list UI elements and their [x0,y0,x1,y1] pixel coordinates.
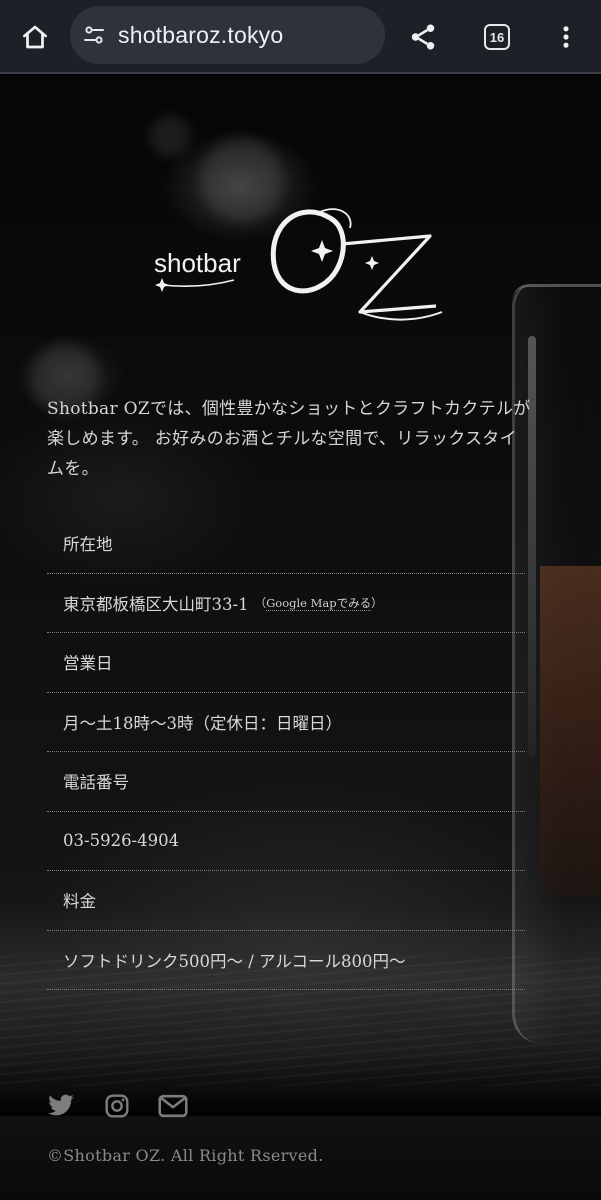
phone-label: 電話番号 [63,773,129,793]
url-text[interactable]: shotbaroz.tokyo [118,6,283,64]
browser-toolbar: shotbaroz.tokyo 16 [0,0,601,74]
share-icon [411,24,435,50]
glass-rim [512,284,601,301]
map-link-close-paren: ） [371,595,383,610]
mail-icon [158,1094,188,1118]
address-row: 東京都板橋区大山町33-1 （Google Mapでみる） [47,574,525,633]
location-label-row: 所在地 [47,514,525,574]
home-icon [23,25,47,49]
twitter-icon [48,1094,74,1116]
price-label: 料金 [63,892,96,912]
hours-label: 営業日 [63,654,113,674]
address-bar[interactable]: shotbaroz.tokyo [70,6,385,64]
hours-text: 月〜土18時〜3時（定休日：日曜日） [63,713,342,733]
shop-info-table: 所在地 東京都板橋区大山町33-1 （Google Mapでみる） 営業日 月〜… [47,514,525,990]
map-link-label[interactable]: Google Mapでみる [266,595,372,611]
map-link-open-paren: （ [254,595,267,610]
location-label: 所在地 [63,535,113,555]
browser-menu-button[interactable] [544,14,588,60]
price-text: ソフトドリンク500円〜 / アルコール800円〜 [63,951,406,971]
bokeh-light [150,116,190,156]
tune-icon[interactable] [82,23,106,47]
intro-line-2: 楽しめます。 お好みのお酒とチルな空間で、リラックスタイ [47,429,517,449]
price-label-row: 料金 [47,871,525,931]
copyright-text: ©Shotbar OZ. All Right Rserved. [47,1146,324,1165]
intro-text: Shotbar OZでは、個性豊かなショットとクラフトカクテルが 楽しめます。 お… [47,394,557,484]
mail-link[interactable] [158,1091,188,1121]
logo-graphic [155,208,443,321]
tab-switcher-button[interactable]: 16 [474,14,520,60]
phone-row: 03-5926-4904 [47,812,525,871]
phone-number[interactable]: 03-5926-4904 [63,831,179,850]
phone-label-row: 電話番号 [47,752,525,812]
share-button[interactable] [400,14,446,60]
social-links [46,1091,214,1121]
intro-line-3: ムを。 [47,459,99,479]
instagram-icon [105,1094,129,1118]
price-row: ソフトドリンク500円〜 / アルコール800円〜 [47,931,525,990]
hours-row: 月〜土18時〜3時（定休日：日曜日） [47,693,525,752]
instagram-link[interactable] [102,1091,132,1121]
web-page: shotbar Shotbar OZでは、個性豊かなショットとクラフトカクテルが… [0,76,601,1200]
home-button[interactable] [14,16,56,58]
whisky-liquid [540,566,601,896]
intro-line-1: Shotbar OZでは、個性豊かなショットとクラフトカクテルが [47,399,531,419]
tabs-icon: 16 [484,24,510,50]
address-text: 東京都板橋区大山町33-1 [63,594,249,614]
tab-count: 16 [489,29,505,45]
more-vert-icon [563,26,569,48]
site-logo[interactable]: shotbar [150,194,450,334]
hours-label-row: 営業日 [47,633,525,693]
twitter-link[interactable] [46,1091,76,1121]
google-map-link[interactable]: （Google Mapでみる） [255,595,383,611]
